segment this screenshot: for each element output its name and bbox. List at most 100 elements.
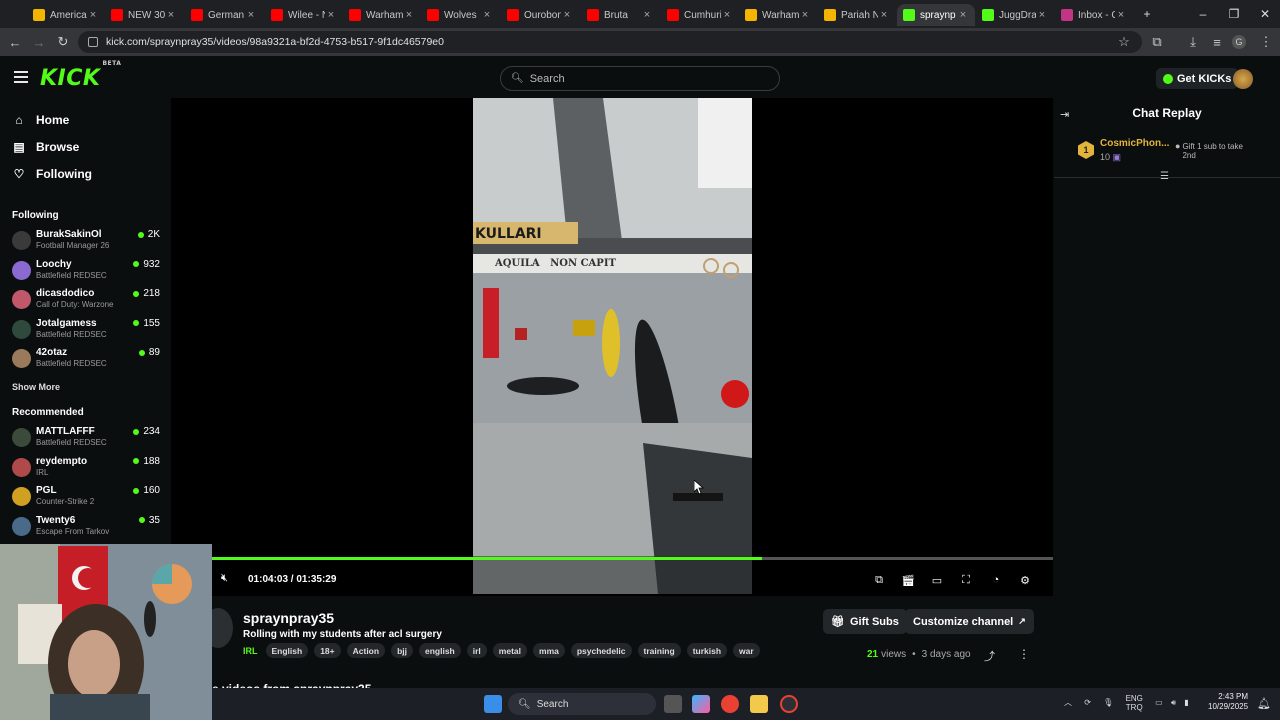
network-icon[interactable]: ▭: [1155, 698, 1163, 707]
address-bar[interactable]: kick.com/spraynpray35/videos/98a9321a-bf…: [78, 31, 1142, 53]
tab-close-icon[interactable]: ×: [403, 9, 415, 21]
clip-icon[interactable]: 🎬︎: [901, 573, 915, 587]
gift-subs-button[interactable]: 🎁︎ Gift Subs: [823, 609, 907, 634]
fullscreen-icon[interactable]: ⛶: [959, 573, 973, 587]
sidebar-channel[interactable]: Twenty6 Escape From Tarkov 35: [12, 515, 160, 541]
sidebar-channel[interactable]: 42otaz Battlefield REDSEC 89: [12, 347, 160, 373]
show-more-button[interactable]: Show More: [12, 382, 60, 392]
maximize-button[interactable]: ❐: [1218, 0, 1250, 28]
sidebar-item-home[interactable]: ⌂ Home: [12, 113, 69, 127]
browser-tab[interactable]: German ×: [185, 4, 263, 26]
tag-chip[interactable]: war: [733, 643, 760, 658]
tab-close-icon[interactable]: ×: [641, 9, 653, 21]
browser-tab[interactable]: Warham ×: [739, 4, 817, 26]
windows-start-icon[interactable]: [484, 695, 502, 713]
tab-close-icon[interactable]: ×: [561, 9, 573, 21]
app-icon[interactable]: [780, 695, 798, 713]
tag-chip[interactable]: training: [637, 643, 681, 658]
top-gifter-name[interactable]: CosmicPhon...: [1100, 138, 1169, 149]
battery-icon[interactable]: ▮: [1184, 698, 1188, 707]
sidebar-channel[interactable]: PGL Counter-Strike 2 160: [12, 485, 160, 511]
browser-tab[interactable]: Wilee - N×: [265, 4, 343, 26]
browser-tab[interactable]: JuggDra ×: [976, 4, 1054, 26]
sync-icon[interactable]: ⟳: [1084, 698, 1091, 707]
tab-close-icon[interactable]: ×: [1115, 9, 1127, 21]
tag-chip[interactable]: irl: [466, 643, 487, 658]
file-explorer-icon[interactable]: [750, 695, 768, 713]
tab-close-icon[interactable]: ×: [957, 9, 969, 21]
chrome-icon[interactable]: [721, 695, 739, 713]
tag-chip[interactable]: metal: [492, 643, 528, 658]
tab-close-icon[interactable]: ×: [721, 9, 733, 21]
bookmark-star-icon[interactable]: ☆: [1115, 33, 1133, 51]
close-window-button[interactable]: ✕: [1249, 0, 1280, 28]
reload-button[interactable]: ↻: [54, 33, 72, 51]
category-link[interactable]: IRL: [243, 646, 258, 656]
browser-tab[interactable]: Cumhuri ×: [661, 4, 739, 26]
task-view-icon[interactable]: [664, 695, 682, 713]
sidebar-channel[interactable]: Loochy Battlefield REDSEC 932: [12, 259, 160, 285]
tray-overflow-icon[interactable]: ︿: [1064, 698, 1072, 707]
forward-button[interactable]: →: [30, 33, 48, 51]
tag-chip[interactable]: turkish: [686, 643, 728, 658]
profile-avatar[interactable]: G: [1232, 35, 1246, 49]
tag-chip[interactable]: English: [265, 643, 309, 658]
sidebar-item-browse[interactable]: ▤ Browse: [12, 140, 79, 154]
taskbar-clock[interactable]: 2:43 PM 10/29/2025: [1208, 692, 1248, 712]
tab-close-icon[interactable]: ×: [87, 9, 99, 21]
new-tab-button[interactable]: +: [1131, 0, 1163, 28]
muted-speaker-icon[interactable]: 🔇︎: [221, 572, 235, 586]
kick-logo[interactable]: KICKBETA: [40, 60, 121, 91]
browser-tab[interactable]: Ourobon ×: [501, 4, 579, 26]
browser-tab[interactable]: Wolves ×: [421, 4, 499, 26]
sidebar-channel[interactable]: BurakSakinOl Football Manager 26 2K: [12, 229, 160, 255]
browser-tab[interactable]: American×: [27, 4, 105, 26]
miniplayer-icon[interactable]: ⧉: [872, 573, 886, 587]
browser-tab[interactable]: Warham ×: [343, 4, 421, 26]
mic-icon[interactable]: 🎙︎: [1103, 698, 1113, 707]
tab-close-icon[interactable]: ×: [1036, 9, 1048, 21]
notification-bell-icon[interactable]: 🔔︎: [1257, 697, 1271, 710]
sidebar-channel[interactable]: dicasdodico Call of Duty: Warzone 218: [12, 288, 160, 314]
browser-tab[interactable]: NEW 30 ×: [105, 4, 183, 26]
share-icon[interactable]: ⤴: [984, 648, 995, 664]
tab-close-icon[interactable]: ×: [878, 9, 890, 21]
volume-icon[interactable]: 🔊︎: [1171, 698, 1176, 707]
media-control-icon[interactable]: ≡: [1208, 33, 1226, 51]
language-indicator[interactable]: ENG TRQ: [1126, 694, 1143, 712]
tag-chip[interactable]: 18+: [314, 643, 341, 658]
taskbar-search[interactable]: 🔍︎ Search: [508, 693, 656, 715]
menu-icon[interactable]: [14, 71, 28, 83]
tag-chip[interactable]: Action: [346, 643, 386, 658]
minimize-button[interactable]: –: [1187, 0, 1219, 28]
browser-tab[interactable]: Pariah N ×: [818, 4, 896, 26]
channel-name[interactable]: spraynpray35: [243, 610, 334, 626]
sidebar-channel[interactable]: MATTLAFFF Battlefield REDSEC 234: [12, 426, 160, 452]
tag-chip[interactable]: psychedelic: [570, 643, 632, 658]
site-info-icon[interactable]: [88, 37, 98, 47]
tab-close-icon[interactable]: ×: [799, 9, 811, 21]
collapse-chat-icon[interactable]: ⇥: [1060, 108, 1069, 121]
more-options-icon[interactable]: ⋮: [1018, 647, 1030, 661]
chrome-menu-icon[interactable]: ⋮: [1257, 33, 1275, 51]
video-frame[interactable]: KULLARI AQUILA NON CAPIT: [473, 98, 752, 594]
downloads-icon[interactable]: ⤓: [1184, 33, 1202, 51]
tag-chip[interactable]: bjj: [391, 643, 413, 658]
tab-close-icon[interactable]: ×: [165, 9, 177, 21]
sidebar-channel[interactable]: reydempto IRL 188: [12, 456, 160, 482]
sidebar-channel[interactable]: Jotalgamess Battlefield REDSEC 155: [12, 318, 160, 344]
user-avatar[interactable]: [1233, 69, 1253, 89]
browser-tab[interactable]: Inbox - C ×: [1055, 4, 1133, 26]
extensions-icon[interactable]: ⧉: [1148, 33, 1166, 51]
browser-tab[interactable]: Bruta ×: [581, 4, 659, 26]
search-input[interactable]: 🔍︎ Search: [500, 66, 780, 91]
customize-channel-button[interactable]: Customize channel ↗: [905, 609, 1034, 634]
tab-close-icon[interactable]: ×: [245, 9, 257, 21]
expand-leaderboard-icon[interactable]: ☰: [1160, 171, 1169, 182]
theater-mode-icon[interactable]: ▭: [930, 573, 944, 587]
tag-chip[interactable]: mma: [533, 643, 565, 658]
sidebar-item-following[interactable]: ♡ Following: [12, 167, 92, 181]
tag-chip[interactable]: english: [419, 643, 461, 658]
tab-close-icon[interactable]: ×: [481, 9, 493, 21]
browser-tab[interactable]: spraynp ×: [897, 4, 975, 26]
